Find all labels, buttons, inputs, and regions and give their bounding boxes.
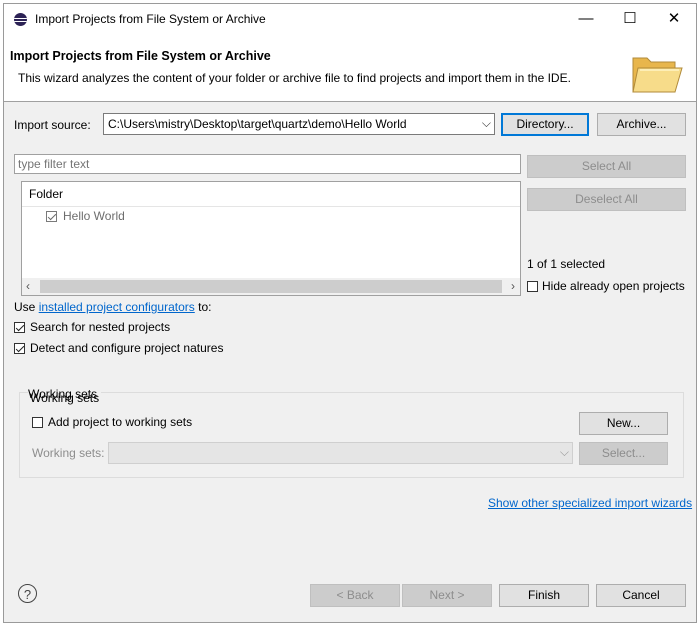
import-source-combo[interactable]: C:\Users\mistry\Desktop\target\quartz\de… bbox=[103, 113, 495, 135]
eclipse-icon bbox=[14, 13, 27, 26]
working-sets-combo[interactable]: ⌵ bbox=[108, 442, 573, 464]
specialized-import-link[interactable]: Show other specialized import wizards bbox=[488, 496, 692, 510]
import-source-label: Import source: bbox=[14, 118, 91, 132]
chevron-down-icon: ⌵ bbox=[481, 116, 491, 130]
hide-open-checkbox[interactable] bbox=[527, 281, 538, 292]
folder-column-header[interactable]: Folder bbox=[22, 182, 520, 207]
directory-button[interactable]: Directory... bbox=[501, 113, 589, 136]
working-sets-field-label: Working sets: bbox=[32, 446, 105, 460]
finish-button[interactable]: Finish bbox=[499, 584, 589, 607]
add-working-sets-checkbox[interactable] bbox=[32, 417, 43, 428]
minimize-button[interactable]: — bbox=[564, 4, 608, 35]
detect-natures-label: Detect and configure project natures bbox=[30, 341, 224, 355]
title-bar: Import Projects from File System or Arch… bbox=[4, 4, 696, 35]
folder-icon bbox=[632, 57, 683, 93]
maximize-button[interactable]: ☐ bbox=[608, 4, 652, 35]
hello-world-checkbox[interactable] bbox=[46, 211, 57, 222]
scrollbar-thumb[interactable] bbox=[40, 280, 502, 293]
scroll-right-icon[interactable]: › bbox=[511, 279, 515, 293]
select-all-button[interactable]: Select All bbox=[527, 155, 686, 178]
help-icon[interactable]: ? bbox=[18, 584, 37, 603]
configurators-link[interactable]: installed project configurators bbox=[39, 300, 195, 314]
search-nested-checkbox[interactable] bbox=[14, 322, 25, 333]
cancel-button[interactable]: Cancel bbox=[596, 584, 686, 607]
detect-natures-checkbox[interactable] bbox=[14, 343, 25, 354]
wizard-title: Import Projects from File System or Arch… bbox=[10, 49, 271, 63]
import-dialog: Import Projects from File System or Arch… bbox=[3, 3, 697, 623]
back-button[interactable]: < Back bbox=[310, 584, 400, 607]
deselect-all-button[interactable]: Deselect All bbox=[527, 188, 686, 211]
select-working-sets-button[interactable]: Select... bbox=[579, 442, 668, 465]
import-source-value: C:\Users\mistry\Desktop\target\quartz\de… bbox=[108, 117, 407, 131]
filter-input[interactable] bbox=[18, 156, 513, 172]
selection-count: 1 of 1 selected bbox=[527, 257, 606, 271]
wizard-description: This wizard analyzes the content of your… bbox=[18, 71, 571, 85]
projects-tree[interactable]: Folder Hello World ‹ › bbox=[21, 181, 521, 296]
configurators-suffix: to: bbox=[194, 300, 212, 314]
archive-button[interactable]: Archive... bbox=[597, 113, 686, 136]
new-working-set-button[interactable]: New... bbox=[579, 412, 668, 435]
working-sets-group: Working sets bbox=[19, 391, 684, 478]
scroll-left-icon[interactable]: ‹ bbox=[26, 279, 30, 293]
horizontal-scrollbar[interactable]: ‹ › bbox=[22, 278, 520, 295]
tree-row-label: Hello World bbox=[63, 209, 125, 223]
window-title: Import Projects from File System or Arch… bbox=[35, 12, 266, 26]
working-sets-title: Working sets bbox=[28, 387, 98, 401]
hide-open-label: Hide already open projects bbox=[542, 279, 685, 293]
wizard-header: Import Projects from File System or Arch… bbox=[4, 35, 696, 102]
close-button[interactable]: ✕ bbox=[652, 4, 696, 35]
next-button[interactable]: Next > bbox=[402, 584, 492, 607]
chevron-down-icon: ⌵ bbox=[559, 445, 569, 459]
configurators-prefix: Use bbox=[14, 300, 39, 314]
configurators-line: Use installed project configurators to: bbox=[14, 300, 211, 314]
filter-input-box[interactable] bbox=[14, 154, 521, 174]
search-nested-label: Search for nested projects bbox=[30, 320, 171, 334]
folder-column-label: Folder bbox=[29, 187, 64, 201]
add-working-sets-label: Add project to working sets bbox=[48, 415, 193, 429]
